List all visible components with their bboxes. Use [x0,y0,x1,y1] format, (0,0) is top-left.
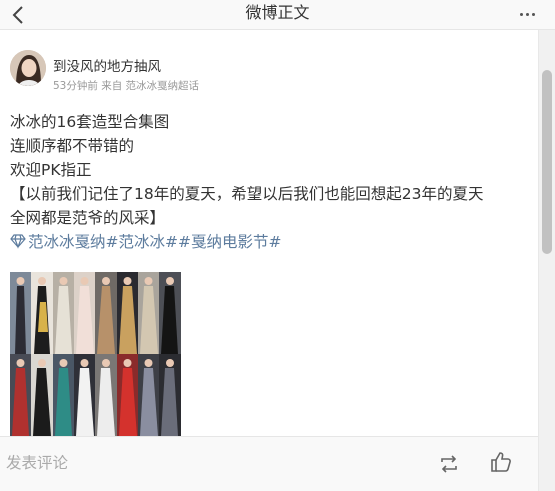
post-body: 冰冰的16套造型合集图 连顺序都不带错的 欢迎PK指正 【以前我们记住了18年的… [10,110,530,254]
avatar[interactable] [10,50,46,86]
post-meta: 53分钟前 来自 范冰冰戛纳超话 [53,80,200,92]
comment-input[interactable]: 发表评论 [6,451,68,473]
post-text-line: 欢迎PK指正 [10,161,92,179]
hashtag-link[interactable]: #范冰冰# [106,233,178,251]
post-text-line: 【以前我们记住了18年的夏天，希望以后我们也能回想起23年的夏天 [10,185,484,203]
repost-icon[interactable] [436,451,462,477]
page-title: 微博正文 [245,3,310,22]
comment-toolbar: 发表评论 [0,436,538,491]
scrollbar[interactable] [538,30,555,491]
hashtag-link[interactable]: #戛纳电影节# [178,233,281,251]
thumbs-up-icon[interactable] [488,449,514,475]
post-image-collage[interactable] [10,272,181,436]
post-text-line: 冰冰的16套造型合集图 [10,113,170,131]
author-name[interactable]: 到没风的地方抽风 [53,55,161,75]
post-text-line: 全网都是范爷的风采】 [10,209,166,227]
top-navigation-bar: 微博正文 [0,0,555,30]
diamond-icon [10,232,26,249]
more-options-icon[interactable] [515,4,539,24]
author-block: 到没风的地方抽风 53分钟前 来自 范冰冰戛纳超话 [10,50,530,92]
topic-row: 范冰冰戛纳#范冰冰##戛纳电影节# [10,230,530,254]
super-topic-link[interactable]: 范冰冰戛纳 [28,233,106,251]
scrollbar-thumb[interactable] [542,70,552,254]
post-text-line: 连顺序都不带错的 [10,137,135,155]
